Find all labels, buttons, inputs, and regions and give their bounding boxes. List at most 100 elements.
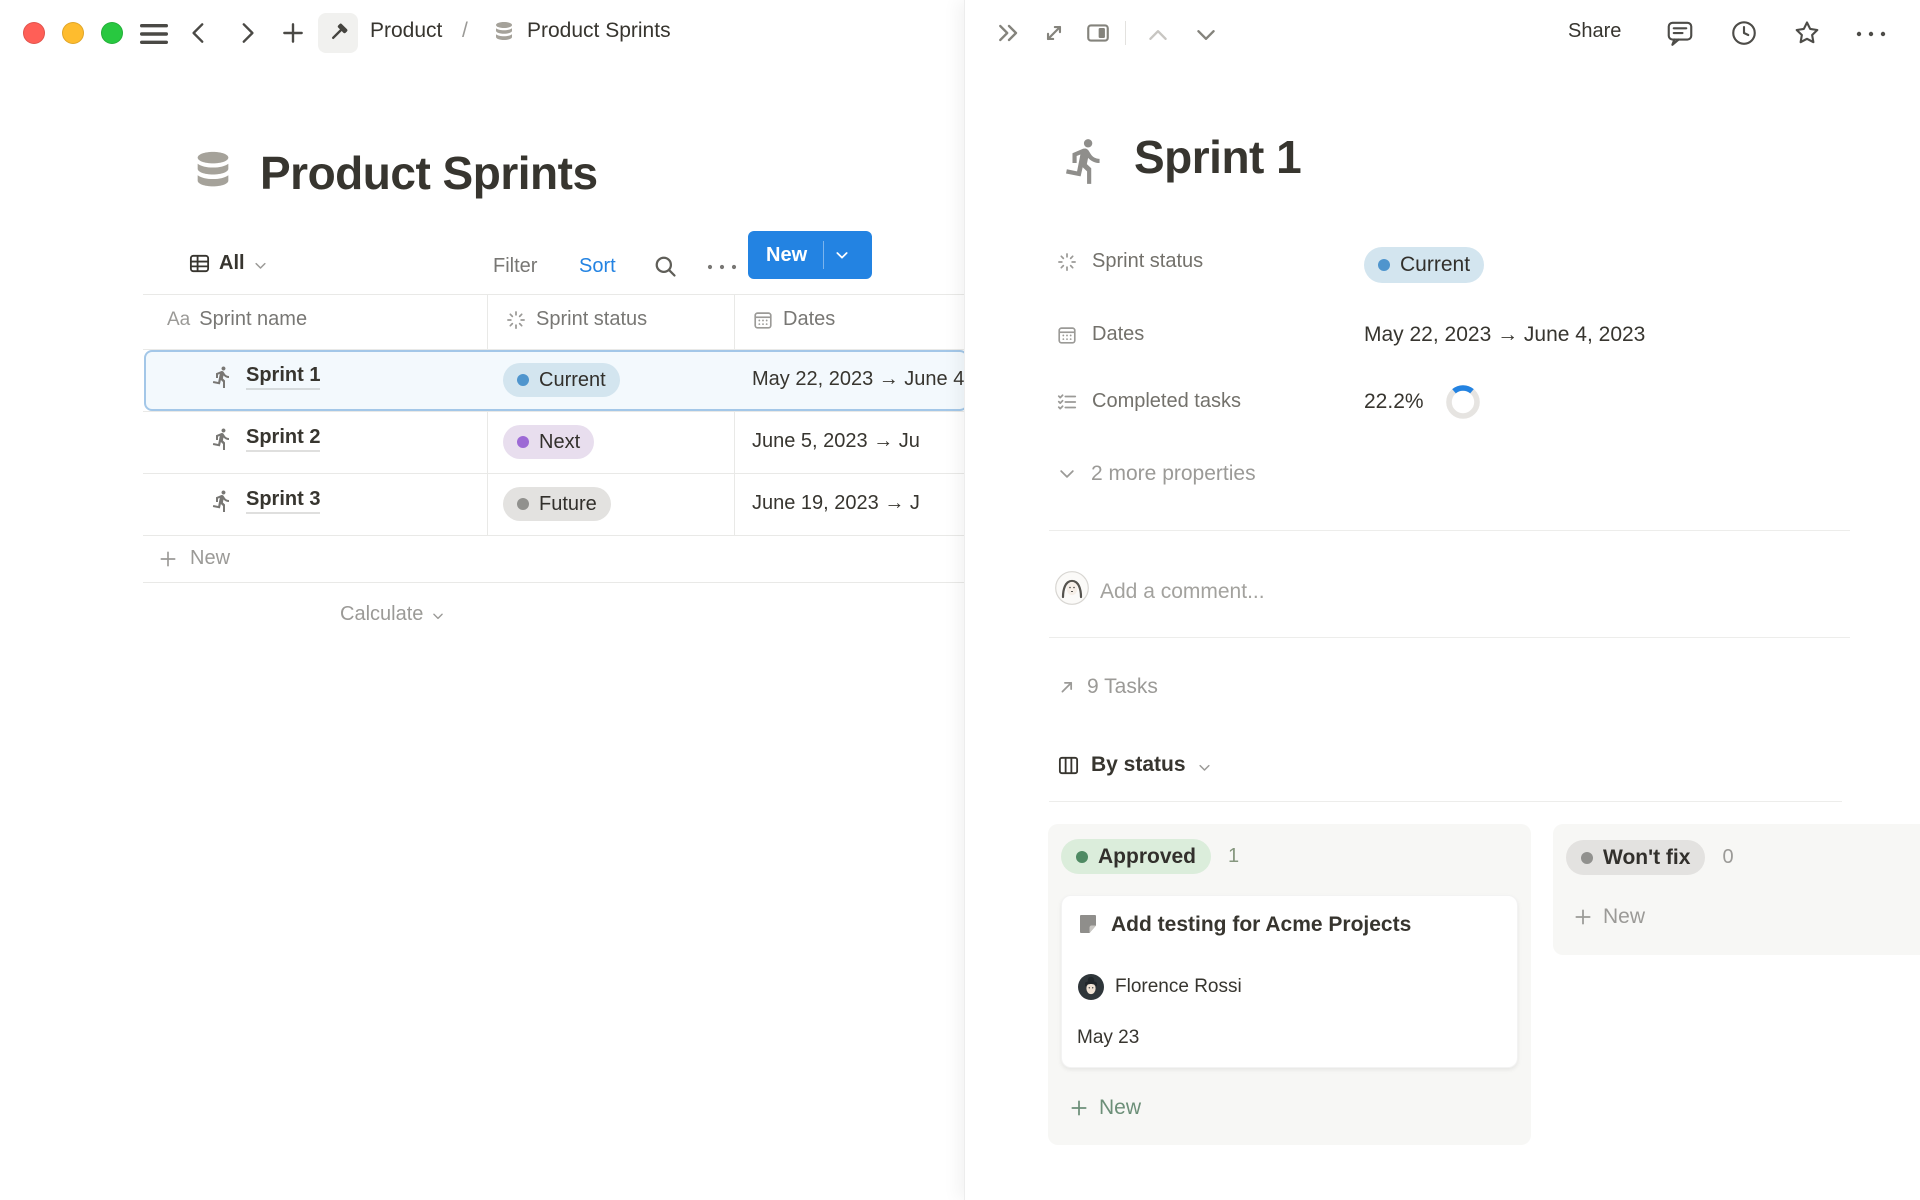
panel-page-title[interactable]: Sprint 1	[1134, 130, 1301, 184]
runner-icon	[210, 489, 234, 513]
status-label: Future	[539, 493, 597, 516]
chevron-down-icon[interactable]	[834, 247, 850, 263]
status-cell[interactable]: Next	[503, 425, 594, 459]
chevron-up-icon[interactable]	[1145, 22, 1171, 48]
side-peek-icon[interactable]	[1085, 20, 1111, 46]
status-dot	[517, 498, 529, 510]
more-properties-toggle[interactable]: 2 more properties	[1057, 462, 1256, 486]
sort-button[interactable]: Sort	[579, 255, 616, 278]
table-row-sprint-1[interactable]: Sprint 1	[210, 364, 320, 390]
status-dot	[517, 436, 529, 448]
new-button[interactable]: New	[748, 231, 872, 279]
comment-icon[interactable]	[1665, 18, 1695, 48]
zoom-window-button[interactable]	[101, 22, 123, 44]
share-button[interactable]: Share	[1568, 20, 1621, 43]
table-row-sprint-3[interactable]: Sprint 3	[210, 488, 320, 514]
search-icon[interactable]	[652, 253, 679, 280]
tasks-linked-db-title[interactable]: 9 Tasks	[1057, 675, 1158, 699]
view-tab-label: All	[219, 252, 245, 275]
forward-icon[interactable]	[234, 20, 260, 46]
board-column-approved: Approved 1 Add testing for Acme Projects…	[1048, 824, 1531, 1145]
minimize-window-button[interactable]	[62, 22, 84, 44]
column-header-sprint-name[interactable]: Aa Sprint name	[167, 308, 307, 331]
divider	[1049, 637, 1850, 638]
property-label-completed-tasks[interactable]: Completed tasks	[1056, 390, 1241, 413]
property-value-sprint-status[interactable]: Current	[1364, 247, 1484, 283]
board-new-card-button[interactable]: New	[1069, 1096, 1141, 1120]
property-label-sprint-status[interactable]: Sprint status	[1056, 250, 1203, 273]
breadcrumb-current[interactable]: Product Sprints	[527, 19, 671, 43]
property-value-dates[interactable]: May 22, 2023 → June 4, 2023	[1364, 323, 1645, 347]
back-icon[interactable]	[186, 20, 212, 46]
view-tab-all[interactable]: All	[188, 252, 268, 275]
new-button-divider	[823, 241, 824, 269]
column-header-dates[interactable]: Dates	[752, 308, 835, 331]
filter-button[interactable]: Filter	[493, 255, 537, 278]
page-title[interactable]: Product Sprints	[260, 146, 598, 200]
table-border	[143, 473, 964, 474]
header-divider	[1125, 21, 1126, 45]
table-row-sprint-2[interactable]: Sprint 2	[210, 426, 320, 452]
add-comment-input[interactable]: Add a comment...	[1100, 580, 1265, 604]
chevron-down-icon	[253, 258, 268, 273]
board-new-card-label: New	[1603, 905, 1645, 929]
status-cell[interactable]: Future	[503, 487, 611, 521]
column-header-label: Dates	[783, 308, 835, 331]
clock-icon[interactable]	[1729, 18, 1759, 48]
property-label: Sprint status	[1092, 250, 1203, 273]
breadcrumb-page-chip[interactable]	[318, 13, 358, 53]
calculate-button[interactable]: Calculate	[340, 603, 445, 626]
board-view-tab[interactable]: By status	[1057, 753, 1212, 777]
close-window-button[interactable]	[23, 22, 45, 44]
breadcrumb-page[interactable]: Product	[370, 19, 442, 43]
board-group-header[interactable]: Approved 1	[1061, 839, 1239, 874]
table-new-row-label: New	[190, 547, 230, 570]
status-label: Current	[539, 369, 606, 392]
calculate-label: Calculate	[340, 603, 423, 626]
window-controls	[23, 22, 123, 44]
table-column-divider[interactable]	[734, 294, 735, 535]
board-view-label: By status	[1091, 753, 1186, 777]
property-label: Dates	[1092, 323, 1144, 346]
table-view-icon	[188, 252, 211, 275]
more-icon[interactable]	[706, 263, 738, 271]
star-icon[interactable]	[1792, 18, 1822, 48]
card-person: Florence Rossi	[1078, 974, 1242, 1000]
column-header-sprint-status[interactable]: Sprint status	[505, 308, 647, 331]
row-title[interactable]: Sprint 2	[246, 426, 320, 452]
dates-cell[interactable]: May 22, 2023 → June 4, 2023	[752, 368, 964, 391]
board-card[interactable]: Add testing for Acme Projects Florence R…	[1061, 895, 1518, 1068]
runner-icon[interactable]	[1060, 136, 1110, 186]
more-icon[interactable]	[1855, 30, 1887, 38]
dates-cell[interactable]: June 19, 2023 → J	[752, 492, 920, 515]
status-icon	[1056, 251, 1078, 273]
card-title[interactable]: Add testing for Acme Projects	[1111, 912, 1411, 937]
page-icon-database[interactable]	[190, 146, 236, 196]
row-title[interactable]: Sprint 1	[246, 364, 320, 390]
property-value-completed-tasks[interactable]: 22.2%	[1364, 390, 1424, 414]
table-new-row-button[interactable]: New	[158, 547, 230, 570]
board-new-card-button[interactable]: New	[1573, 905, 1645, 929]
runner-icon	[210, 427, 234, 451]
dates-cell[interactable]: June 5, 2023 → Ju	[752, 430, 920, 453]
new-page-plus-icon[interactable]	[280, 20, 306, 46]
breadcrumb-separator: /	[452, 19, 478, 43]
divider	[1049, 801, 1842, 802]
chevron-down-icon[interactable]	[1193, 22, 1219, 48]
expand-icon[interactable]	[1041, 20, 1067, 46]
divider	[1049, 530, 1850, 531]
row-title[interactable]: Sprint 3	[246, 488, 320, 514]
chevron-down-icon	[1057, 464, 1077, 484]
card-person-name: Florence Rossi	[1115, 976, 1242, 998]
page-icon	[1076, 912, 1100, 936]
plus-icon	[1069, 1098, 1089, 1118]
status-cell[interactable]: Current	[503, 363, 620, 397]
board-view-icon	[1057, 754, 1080, 777]
hamburger-icon[interactable]	[139, 21, 169, 47]
double-chevron-right-icon[interactable]	[995, 19, 1023, 47]
table-column-divider[interactable]	[487, 294, 488, 535]
chevron-down-icon	[1197, 760, 1212, 775]
board-group-header[interactable]: Won't fix 0	[1566, 840, 1734, 875]
plus-icon	[158, 549, 178, 569]
property-label-dates[interactable]: Dates	[1056, 323, 1144, 346]
